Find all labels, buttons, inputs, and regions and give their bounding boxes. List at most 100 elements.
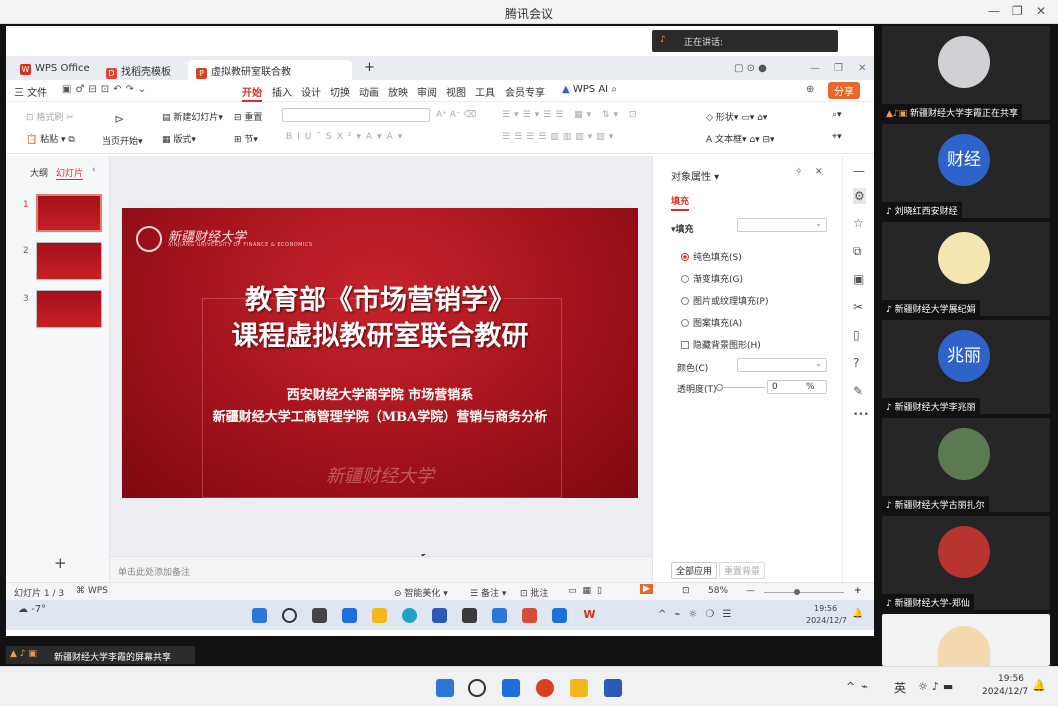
zoom-in-icon[interactable]: + [854,586,862,596]
hide-background-checkbox[interactable]: 隐藏背景图形(H) [681,338,761,351]
wps-status-button[interactable]: ⌘ WPS [76,586,108,596]
minimize-icon[interactable]: — [988,4,1000,18]
fill-tab[interactable]: 填充 [671,194,690,211]
zoom-handle[interactable] [794,589,800,595]
tab-templates[interactable]: D 找稻壳模板 [98,60,179,80]
help-icon[interactable]: ? [853,356,859,370]
collapse-bar-icon[interactable]: — [853,164,865,178]
slide-thumbnail-3[interactable] [36,290,102,328]
collapse-icon[interactable]: ‹ [92,165,96,175]
more-icon[interactable]: ••• [853,410,869,420]
copy-icon[interactable]: ⧉ [853,244,862,259]
add-slide-button[interactable]: + [54,554,67,572]
slide-thumbnail-1[interactable] [36,194,102,232]
beautify-button[interactable]: ⊝ 智能美化 ▾ [394,586,448,599]
new-slide-button[interactable]: ▤ 新建幻灯片▾ [162,110,223,123]
comments-toggle[interactable]: ⊡ 批注 [520,586,548,599]
color-select[interactable]: ⌄ [737,358,827,372]
properties-icon[interactable]: ⚙ [853,188,866,204]
close-panel-icon[interactable]: ✕ [815,167,823,177]
view-buttons[interactable]: ▭▦▯ [568,586,608,596]
explorer-icon[interactable] [372,608,387,623]
layout-button[interactable]: ▦ 版式▾ [162,132,196,145]
slider-handle[interactable] [716,384,723,391]
notification-icon[interactable]: 🔔 [1032,679,1046,692]
star-icon[interactable]: ☆ [853,216,864,230]
fill-section-toggle[interactable]: ▾填充 [671,222,694,235]
option-gradient-fill[interactable]: 渐变填充(G) [681,272,743,285]
zoom-slider[interactable] [764,589,844,595]
menu-design[interactable]: 设计 [301,84,321,99]
participant-tile[interactable]: ♪ 新疆财经大学展纪娟 [882,222,1050,316]
app-icon[interactable] [462,608,477,623]
app-icon[interactable] [432,608,447,623]
tray-icons[interactable]: ^⌁ [846,680,874,693]
textbox-button[interactable]: A 文本框▾ ⌂▾ ⊟▾ [706,132,775,145]
tools-icon[interactable]: ✂ [853,300,863,314]
app-icon[interactable] [342,608,357,623]
menu-home[interactable]: 开始 [242,84,262,102]
option-picture-fill[interactable]: 图片或纹理填充(P) [681,294,768,307]
search-icon[interactable]: ⌕ [611,84,617,95]
participant-tile[interactable]: 财经 ♪ 刘晓红西安财经 [882,124,1050,218]
participant-tile[interactable]: 兆丽 ♪ 新疆财经大学李兆丽 [882,320,1050,414]
notes-toggle[interactable]: ☰ 备注 ▾ [470,586,506,599]
play-button[interactable]: ▶ [640,584,653,594]
ppt-app-icon[interactable] [536,679,554,697]
wps-office-icon[interactable]: W [582,608,597,623]
close-icon[interactable]: ✕ [1036,4,1046,18]
format-painter-button[interactable]: ⊡ 格式刷 ✂ [26,110,74,123]
participant-tile[interactable]: ♪ 新疆财经大学-郑仙 [882,516,1050,610]
text-format-buttons[interactable]: BIU˜SX²▾A▾A▾ [286,132,407,142]
search-icon[interactable] [468,679,486,697]
font-size-buttons[interactable]: A⁺ A⁻ ⌫ [436,110,476,120]
slide-thumbnail-2[interactable] [36,242,102,280]
play-from-current-button[interactable]: 当页开始▾ [102,134,143,147]
find-icon[interactable]: ⌕▾ [832,110,842,120]
explorer-icon[interactable] [570,679,588,697]
tab-slides[interactable]: 幻灯片 [56,166,84,180]
book-icon[interactable]: ▯ [853,328,860,342]
paragraph-buttons[interactable]: ☰▾☰▾☰☰ ▦▾ ⇅▾ ⊡ [502,110,641,120]
app-icon[interactable] [492,608,507,623]
start-icon[interactable] [252,608,267,623]
menu-member[interactable]: 会员专享 [505,84,545,99]
pin-icon[interactable]: ✧ [795,167,803,177]
input-language[interactable]: 英 [894,679,906,696]
reset-button[interactable]: ⊟ 重置 [234,110,262,123]
option-pattern-fill[interactable]: 图案填充(A) [681,316,742,329]
zoom-value[interactable]: 58% [708,586,728,596]
zoom-out-icon[interactable]: — [746,586,755,596]
share-button[interactable]: 分享 [828,82,860,99]
file-menu[interactable]: 三 文件 [14,84,47,99]
edge-icon[interactable] [402,608,417,623]
cloud-icon[interactable]: ⊕ [806,84,814,95]
meeting-app-icon[interactable] [502,679,520,697]
wps-ai-button[interactable]: ▲ WPS AI ⌕ [562,84,617,95]
menu-view[interactable]: 视图 [446,84,466,99]
menu-tools[interactable]: 工具 [475,84,495,99]
new-tab-icon[interactable]: + [356,57,383,77]
reset-background-button[interactable]: 重置背景 [719,562,766,579]
tab-outline[interactable]: 大纲 [30,166,48,179]
restore-icon[interactable]: ❐ [1012,4,1023,18]
meeting-icon[interactable] [552,608,567,623]
participant-tile[interactable]: ▲♪▣ 新疆财经大学李霞正在共享 [882,26,1050,120]
feedback-icon[interactable]: ✎ [853,384,863,398]
taskview-icon[interactable] [312,608,327,623]
transparency-slider[interactable] [716,384,765,391]
tray-icons[interactable]: ^⌁☼❍☰ [658,609,739,620]
word-app-icon[interactable] [604,679,622,697]
select-icon[interactable]: ⌖▾ [832,132,842,142]
wps-minimize-icon[interactable]: — [802,60,828,80]
fill-select[interactable]: ⌄ [737,218,827,232]
font-select[interactable] [282,108,430,122]
wps-restore-icon[interactable]: ❐ [826,60,851,80]
menu-slideshow[interactable]: 放映 [388,84,408,99]
tab-wps-office[interactable]: W WPS Office [12,60,98,80]
weather-widget[interactable]: ☁ -7° [18,604,46,615]
notes-area[interactable]: 单击此处添加备注 [110,556,652,582]
apply-all-button[interactable]: 全部应用 [671,562,718,579]
menu-insert[interactable]: 插入 [272,84,292,99]
menu-animation[interactable]: 动画 [359,84,379,99]
